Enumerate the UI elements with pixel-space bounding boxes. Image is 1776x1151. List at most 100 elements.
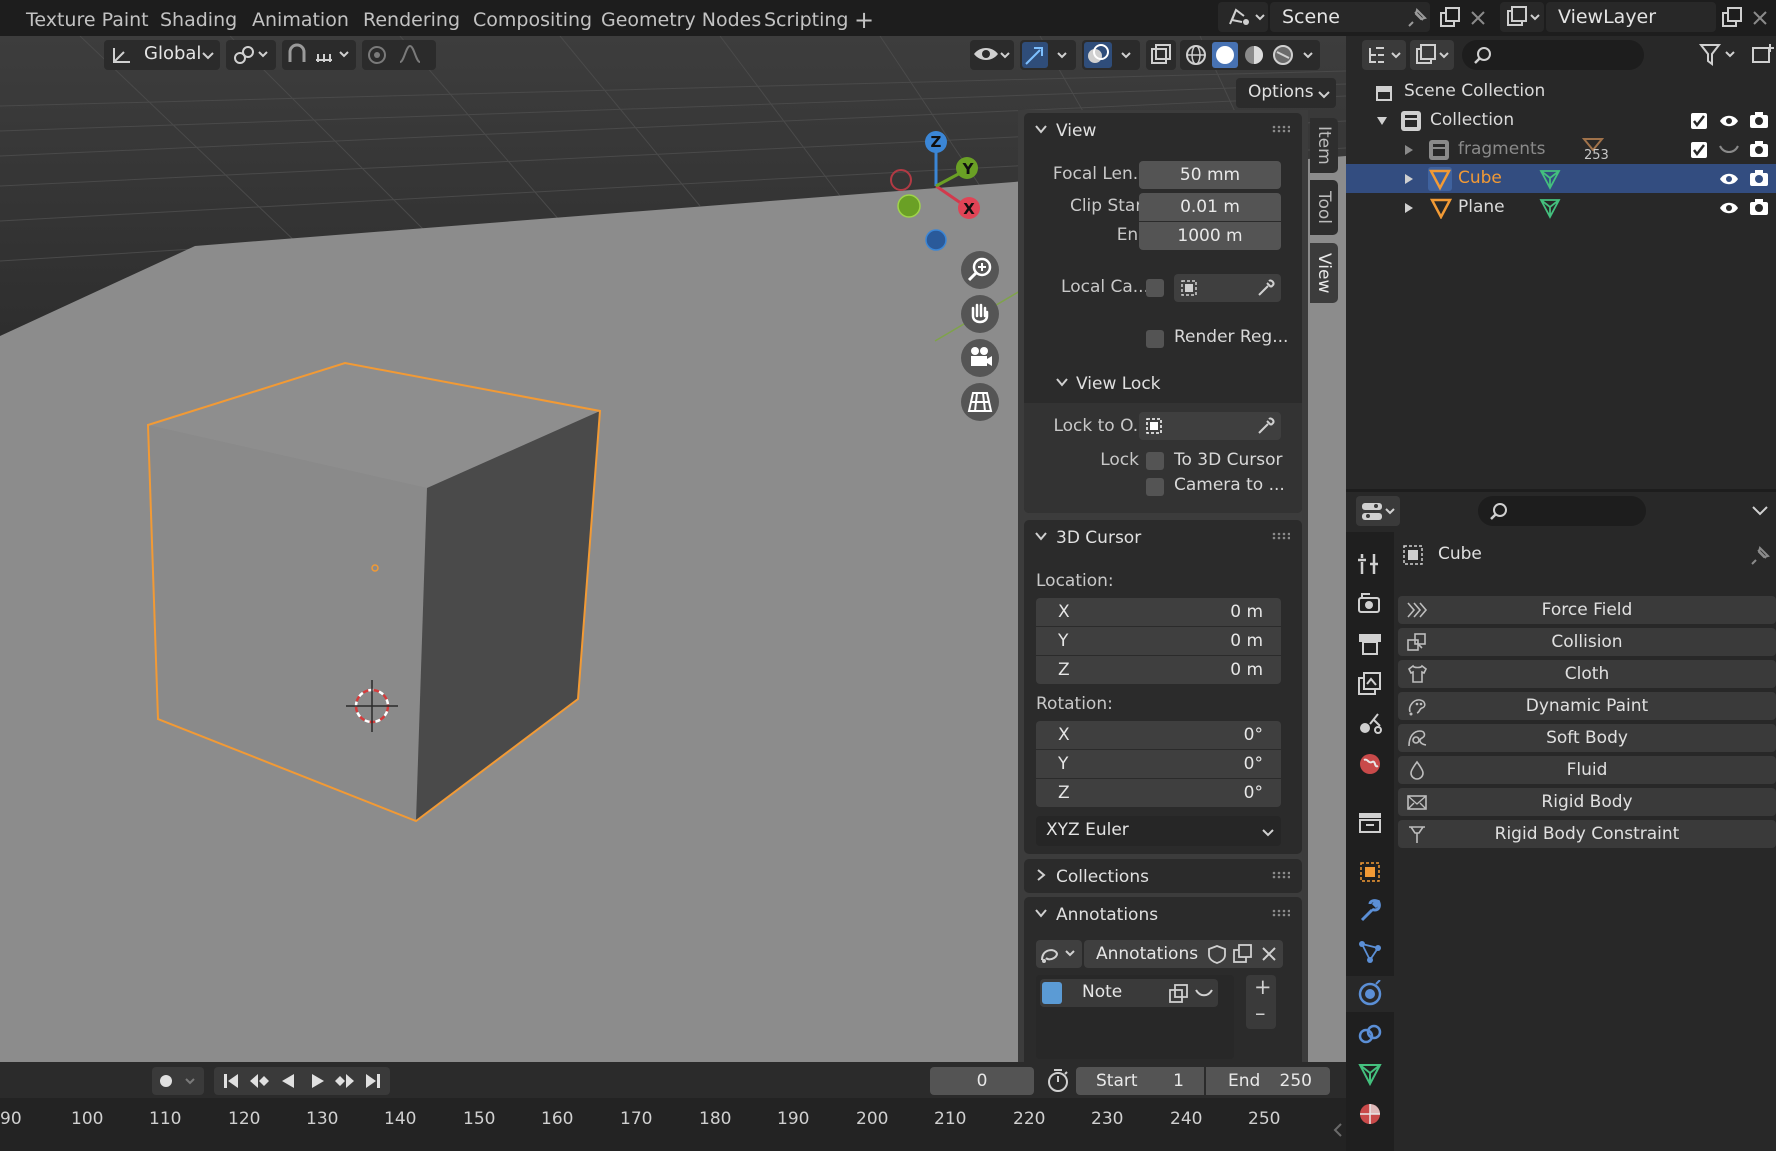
expand-right-icon[interactable] — [1404, 173, 1414, 185]
object-visibility-dropdown[interactable] — [970, 40, 1014, 70]
outliner-search-input[interactable] — [1462, 40, 1644, 70]
lock-camera-to-view-checkbox[interactable] — [1146, 478, 1164, 496]
pan-hand-icon[interactable] — [960, 294, 1000, 334]
display-mode-dropdown[interactable] — [1362, 40, 1406, 70]
eyedropper-icon[interactable] — [1256, 278, 1276, 298]
expand-down-icon[interactable] — [1376, 116, 1388, 126]
drag-handle-icon[interactable] — [1272, 909, 1290, 917]
eye-icon[interactable] — [1718, 199, 1740, 217]
camera-render-icon[interactable] — [1748, 168, 1770, 188]
zoom-icon[interactable] — [960, 250, 1000, 290]
tab-scripting[interactable]: Scripting — [764, 0, 849, 36]
pivot-point-dropdown[interactable] — [226, 40, 276, 70]
outliner-scene-collection[interactable]: Scene Collection — [1346, 77, 1776, 106]
outliner-plane-row[interactable]: Plane — [1346, 193, 1776, 222]
eye-icon[interactable] — [1718, 170, 1740, 188]
collapse-arrow-icon[interactable] — [1332, 1122, 1344, 1138]
close-scene-icon[interactable] — [1468, 8, 1488, 28]
output-tab-icon[interactable] — [1356, 630, 1384, 658]
tab-animation[interactable]: Animation — [252, 0, 349, 36]
eyedropper-icon[interactable] — [1256, 416, 1276, 436]
object-tab-icon[interactable] — [1356, 858, 1384, 886]
focal-length-field[interactable]: 50 mm — [1139, 161, 1281, 189]
rotation-y-field[interactable]: Y 0° — [1036, 750, 1281, 778]
scene-name-field[interactable]: Scene — [1270, 2, 1430, 32]
world-tab-icon[interactable] — [1356, 750, 1384, 778]
editor-type-dropdown[interactable] — [1356, 496, 1400, 526]
location-y-field[interactable]: Y 0 m — [1036, 627, 1281, 655]
view-lock-header[interactable]: View Lock — [1024, 366, 1302, 400]
sidebar-tab-item[interactable]: Item — [1310, 118, 1338, 173]
lock-to-object-field[interactable] — [1139, 412, 1281, 440]
proportional-edit-controls[interactable] — [362, 40, 436, 70]
collision-button[interactable]: Collision — [1398, 628, 1776, 656]
render-region-checkbox[interactable] — [1146, 330, 1164, 348]
rotation-x-field[interactable]: X 0° — [1036, 721, 1281, 749]
annotations-header[interactable]: Annotations — [1024, 897, 1302, 931]
close-icon[interactable] — [1260, 945, 1278, 963]
filter-view-dropdown[interactable] — [1410, 40, 1454, 70]
perspective-toggle-icon[interactable] — [960, 382, 1000, 422]
outliner-cube-row[interactable]: Cube — [1346, 164, 1776, 193]
viewlayer-name-field[interactable]: ViewLayer — [1546, 2, 1716, 32]
mesh-data-icon[interactable] — [1538, 168, 1562, 190]
xray-toggle[interactable] — [1146, 40, 1176, 70]
new-scene-icon[interactable] — [1438, 6, 1462, 30]
shield-icon[interactable] — [1206, 944, 1228, 964]
render-tab-icon[interactable] — [1356, 590, 1384, 618]
add-workspace-button[interactable]: + — [854, 0, 874, 36]
shading-mode-group[interactable] — [1180, 40, 1320, 70]
cloth-button[interactable]: Cloth — [1398, 660, 1776, 688]
scene-tab-icon[interactable] — [1356, 710, 1384, 738]
new-collection-icon[interactable] — [1750, 42, 1776, 68]
start-frame-field[interactable]: Start 1 — [1076, 1067, 1204, 1095]
keying-dropdown[interactable] — [152, 1067, 204, 1095]
drag-handle-icon[interactable] — [1272, 532, 1290, 540]
layer-color-swatch[interactable] — [1042, 982, 1062, 1004]
stopwatch-icon[interactable] — [1044, 1067, 1072, 1095]
end-frame-field[interactable]: End 250 — [1206, 1067, 1330, 1095]
camera-view-icon[interactable] — [960, 338, 1000, 378]
pin-icon[interactable] — [1407, 6, 1429, 28]
rotation-mode-dropdown[interactable]: XYZ Euler — [1036, 816, 1281, 846]
close-viewlayer-icon[interactable] — [1750, 8, 1770, 28]
tool-tab-icon[interactable] — [1356, 550, 1384, 578]
constraints-tab-icon[interactable] — [1356, 1020, 1384, 1048]
gizmo-toggle[interactable] — [1020, 40, 1076, 70]
drag-handle-icon[interactable] — [1272, 871, 1290, 879]
options-dropdown[interactable]: Options — [1236, 78, 1336, 108]
properties-search-input[interactable] — [1478, 496, 1646, 526]
onion-skin-icon[interactable] — [1168, 984, 1190, 1004]
outliner-collection-row[interactable]: Collection — [1346, 106, 1776, 135]
modifier-wrench-icon[interactable] — [1356, 898, 1384, 926]
tab-compositing[interactable]: Compositing — [473, 0, 592, 36]
clip-end-field[interactable]: 1000 m — [1139, 222, 1281, 250]
checkbox-checked-icon[interactable] — [1690, 112, 1708, 130]
outliner-fragments-row[interactable]: fragments 253 — [1346, 135, 1776, 164]
camera-render-icon[interactable] — [1748, 139, 1770, 159]
frame-ruler[interactable] — [0, 1098, 1346, 1151]
collections-header[interactable]: Collections — [1024, 859, 1302, 893]
collection-tab-icon[interactable] — [1356, 808, 1384, 836]
overlays-toggle[interactable] — [1082, 40, 1140, 70]
mesh-data-icon[interactable] — [1538, 197, 1562, 219]
local-camera-checkbox[interactable] — [1146, 279, 1164, 297]
tab-texture-paint[interactable]: Texture Paint — [26, 0, 149, 36]
hide-icon[interactable] — [1194, 987, 1214, 999]
rotation-z-field[interactable]: Z 0° — [1036, 779, 1281, 807]
local-camera-field[interactable] — [1174, 274, 1281, 302]
collections-panel[interactable]: Collections — [1024, 859, 1302, 893]
remove-layer-button[interactable]: – — [1255, 1001, 1266, 1025]
scene-browse-button[interactable] — [1218, 2, 1268, 32]
annotation-layer-row[interactable]: Note — [1040, 979, 1218, 1007]
filter-icon[interactable] — [1698, 42, 1744, 68]
transform-orientation-dropdown[interactable]: Global — [104, 40, 220, 70]
tab-rendering[interactable]: Rendering — [363, 0, 460, 36]
expand-right-icon[interactable] — [1404, 202, 1414, 214]
dynamic-paint-button[interactable]: Dynamic Paint — [1398, 692, 1776, 720]
camera-render-icon[interactable] — [1748, 110, 1770, 130]
rigid-body-constraint-button[interactable]: Rigid Body Constraint — [1398, 820, 1776, 848]
soft-body-button[interactable]: Soft Body — [1398, 724, 1776, 752]
viewlayer-browse-button[interactable] — [1500, 2, 1544, 32]
lock-to-3d-cursor-checkbox[interactable] — [1146, 452, 1164, 470]
